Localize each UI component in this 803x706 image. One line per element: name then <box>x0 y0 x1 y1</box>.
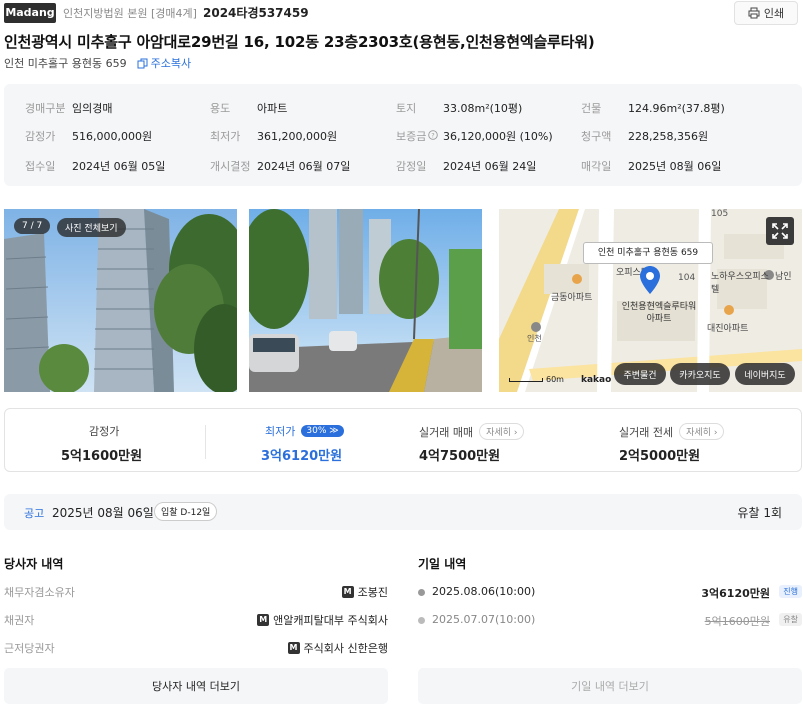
photo-counter: 7 / 7 <box>14 218 51 234</box>
info-sale-date: 매각일 2025년 08월 06일 <box>581 160 722 173</box>
party-row: 채권자 M 앤알캐피탈대부 주식회사 <box>4 614 388 627</box>
m-icon: M <box>287 642 300 654</box>
copy-address-label: 주소복사 <box>150 57 192 70</box>
party-row: 근저당권자 M 주식회사 신한은행 <box>4 642 388 655</box>
expand-icon <box>772 223 788 239</box>
map-label: 인천 <box>527 334 542 343</box>
printer-icon <box>748 7 760 19</box>
scale-bar <box>509 377 543 382</box>
print-label: 인쇄 <box>763 7 785 20</box>
case-number: 2024타경537459 <box>203 6 309 20</box>
notice-date: 2025년 08월 06일 <box>52 506 154 520</box>
lot-address-row: 인천 미추홀구 용현동 659 주소복사 <box>4 55 191 71</box>
map-building-name: 인천용현엑슬루타워아파트 <box>621 302 697 324</box>
map-scale: 60m <box>509 375 564 384</box>
info-land: 토지 33.08m²(10평) <box>396 102 523 115</box>
status-dot <box>418 589 425 596</box>
property-photo-1[interactable]: 7 / 7 사진 전체보기 <box>4 209 237 392</box>
location-pin-icon <box>640 266 660 294</box>
map-label: 노하우스오피스텔 <box>711 272 769 295</box>
info-auction-type: 경매구분 임의경매 <box>25 102 113 115</box>
naver-map-button[interactable]: 네이버지도 <box>735 363 795 385</box>
discount-badge: 30% ≫ <box>301 425 344 437</box>
map-label: 104 <box>678 273 696 283</box>
print-button[interactable]: 인쇄 <box>734 1 798 25</box>
street-photo <box>249 209 482 392</box>
fail-count: 유찰 1회 <box>737 506 782 520</box>
copy-address-button[interactable]: 주소복사 <box>137 55 191 71</box>
info-appraise-date: 감정일 2024년 06월 24일 <box>396 160 537 173</box>
info-usage: 용도 아파트 <box>210 102 288 115</box>
kakao-logo: kakao <box>581 375 612 385</box>
view-all-photos-button[interactable]: 사진 전체보기 <box>57 218 126 237</box>
party-row: 채무자겸소유자 M 조봉진 <box>4 586 388 599</box>
info-appraisal: 감정가 516,000,000원 <box>25 130 153 143</box>
notice-label: 공고 <box>24 507 45 520</box>
parties-title: 당사자 내역 <box>4 557 64 571</box>
info-start: 개시결정 2024년 06월 07일 <box>210 160 351 173</box>
help-icon[interactable]: ? <box>428 130 438 140</box>
dates-more-button[interactable]: 기일 내역 더보기 <box>418 668 802 704</box>
price-appraisal: 감정가 5억1600만원 <box>61 425 143 464</box>
price-rent: 실거래 전세 자세히 › 2억5000만원 <box>615 409 803 471</box>
dates-title: 기일 내역 <box>418 557 467 571</box>
page-title: 인천광역시 미추홀구 아암대로29번길 16, 102동 23층2303호(용현… <box>4 33 595 51</box>
map-label: 대진아파트 <box>707 324 749 334</box>
kakao-map-button[interactable]: 카카오지도 <box>670 363 730 385</box>
map-label: 금동아파트 <box>551 293 593 303</box>
info-panel: 경매구분 임의경매 용도 아파트 토지 33.08m²(10평) 건물 124.… <box>4 84 802 186</box>
price-minimum: 최저가 30% ≫ 3억6120만원 <box>261 425 344 464</box>
lot-address: 인천 미추홀구 용현동 659 <box>4 57 127 70</box>
dday-badge: 입찰 D-12일 <box>154 502 218 521</box>
trade-detail-button[interactable]: 자세히 › <box>479 423 525 440</box>
m-icon: M <box>257 614 270 626</box>
m-icon: M <box>341 586 354 598</box>
info-min-price: 최저가 361,200,000원 <box>210 130 338 143</box>
site-logo[interactable]: Madang <box>4 3 56 23</box>
rent-detail-button[interactable]: 자세히 › <box>679 423 725 440</box>
info-building: 건물 124.96m²(37.8평) <box>581 102 725 115</box>
info-received: 접수일 2024년 06월 05일 <box>25 160 166 173</box>
building-photo <box>4 209 237 392</box>
top-bar: Madang 인천지방법원 본원 [경매4계] 2024타경537459 인쇄 <box>0 0 803 26</box>
notice-bar: 공고 2025년 08월 06일 입찰 D-12일 유찰 1회 <box>4 494 802 530</box>
status-dot <box>418 617 425 624</box>
svg-text:?: ? <box>431 132 434 140</box>
map-address-popup: 인천 미추홀구 용현동 659 <box>583 242 713 264</box>
price-summary: 감정가 5억1600만원 최저가 30% ≫ 3억6120만원 실거래 매매 자… <box>4 408 802 472</box>
property-photo-2[interactable] <box>249 209 482 392</box>
status-badge: 진행 <box>779 585 802 598</box>
copy-icon <box>137 58 148 68</box>
map-label: 105 <box>711 209 729 219</box>
info-deposit: 보증금 ? 36,120,000원 (10%) <box>396 130 553 143</box>
info-claim: 청구액 228,258,356원 <box>581 130 709 143</box>
date-row: 2025.08.06(10:00) 3억6120만원 진행 <box>418 585 802 605</box>
price-trade: 실거래 매매 자세히 › 4억7500만원 <box>415 409 615 471</box>
map-label: 남인 <box>775 272 792 282</box>
parties-more-button[interactable]: 당사자 내역 더보기 <box>4 668 388 704</box>
nearby-items-button[interactable]: 주변물건 <box>614 363 666 385</box>
date-row: 2025.07.07(10:00) 5억1600만원 유찰 <box>418 613 802 633</box>
fullscreen-map-button[interactable] <box>766 217 794 245</box>
status-badge: 유찰 <box>779 613 802 626</box>
court-name: 인천지방법원 본원 [경매4계] <box>63 7 197 20</box>
